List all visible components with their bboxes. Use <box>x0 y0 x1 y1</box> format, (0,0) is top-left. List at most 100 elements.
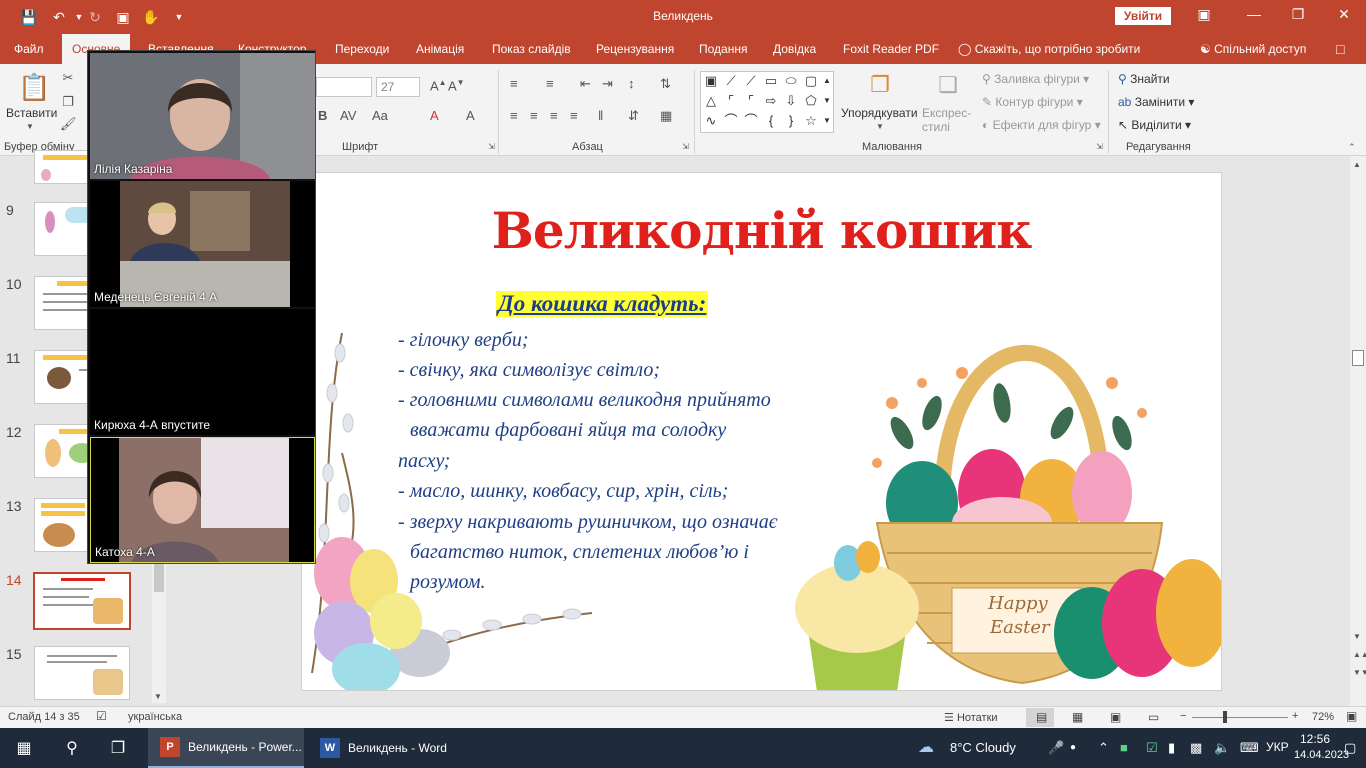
taskbar-app-word[interactable]: W Великдень - Word <box>308 728 464 768</box>
editor-scrollbar[interactable]: ▲ ▼ ▲▲ ▼▼ <box>1350 156 1366 706</box>
minimize-icon[interactable]: — <box>1240 6 1268 26</box>
redo-icon[interactable]: ↻ <box>84 8 106 26</box>
grow-font-icon[interactable]: A▲ <box>430 78 447 93</box>
smartart-icon[interactable]: ▦ <box>660 108 672 124</box>
shape-outline-button[interactable]: ✎ Контур фігури ▾ <box>982 95 1083 109</box>
zoom-level[interactable]: 72% <box>1312 711 1334 723</box>
cut-icon[interactable]: ✂ <box>60 70 76 86</box>
arrange-icon[interactable]: ❐ <box>866 72 894 100</box>
input-language[interactable]: УКР <box>1266 740 1289 754</box>
tab-review[interactable]: Рецензування <box>596 34 674 64</box>
bold-icon[interactable]: B <box>318 108 327 123</box>
search-icon[interactable]: ⚲ <box>62 738 82 758</box>
slide-text-line[interactable]: - масло, шинку, ковбасу, сир, хрін, сіль… <box>398 480 728 503</box>
arrow-right-shape-icon[interactable]: ⇨ <box>763 93 779 109</box>
collapse-ribbon-icon[interactable]: ⌃ <box>1348 142 1356 153</box>
gallery-more-icon[interactable]: ▼ <box>821 113 833 129</box>
decrease-indent-icon[interactable]: ⇤ <box>580 76 591 92</box>
arrow-down-shape-icon[interactable]: ⇩ <box>783 93 799 109</box>
save-icon[interactable]: 💾 <box>18 8 40 26</box>
brace-left-shape-icon[interactable]: { <box>763 113 779 129</box>
align-text-icon[interactable]: ⇵ <box>628 108 639 124</box>
slide-text-line[interactable]: багатство ниток, сплетених любов’ю і <box>410 541 749 564</box>
format-painter-icon[interactable]: 🖌 <box>60 116 77 132</box>
previous-slide-icon[interactable]: ▲▲ <box>1353 650 1366 659</box>
slide-text-line[interactable]: вважати фарбовані яйця та солодку <box>410 419 726 442</box>
next-slide-icon[interactable]: ▼▼ <box>1353 668 1366 677</box>
text-direction-icon[interactable]: ⇅ <box>660 76 671 92</box>
tab-transitions[interactable]: Переходи <box>335 34 389 64</box>
tray-chevron-icon[interactable]: ⌃ <box>1098 740 1109 756</box>
shape-effects-button[interactable]: ◐ Ефекти для фігур ▾ <box>982 118 1101 132</box>
increase-indent-icon[interactable]: ⇥ <box>602 76 613 92</box>
paste-button[interactable]: Вставити <box>6 106 57 120</box>
columns-icon[interactable]: ‖ <box>598 108 603 123</box>
scroll-down-icon[interactable]: ▼ <box>821 93 833 109</box>
participant-tile[interactable]: Меденець Євгеній 4 А <box>90 181 315 307</box>
oval-shape-icon[interactable]: ⬭ <box>783 73 799 89</box>
slide-thumbnail[interactable] <box>34 646 130 700</box>
participant-tile-active[interactable]: Катоха 4-А <box>90 437 315 563</box>
tray-shield-icon[interactable]: ☑ <box>1146 740 1158 756</box>
comments-icon[interactable]: □ <box>1336 34 1344 64</box>
scroll-down-arrow-icon[interactable]: ▼ <box>1353 632 1361 641</box>
zoom-slider-thumb[interactable] <box>1223 711 1228 723</box>
tab-foxit[interactable]: Foxit Reader PDF <box>843 34 939 64</box>
copy-icon[interactable]: ❐ <box>60 94 76 110</box>
rectangle-shape-icon[interactable]: ▭ <box>763 73 779 89</box>
quick-styles-button[interactable]: Експрес-стилі <box>922 106 972 134</box>
clock-time[interactable]: 12:56 <box>1300 732 1330 746</box>
font-color-icon[interactable]: A <box>430 108 439 123</box>
slide-text-line[interactable]: - головними символами великодня прийнято <box>398 389 771 412</box>
flowchart-shape-icon[interactable]: ⬠ <box>803 93 819 109</box>
microphone-icon[interactable]: 🎤 <box>1048 740 1064 756</box>
font-dialog-icon[interactable]: ⇲ <box>488 142 495 151</box>
undo-icon[interactable]: ↶ <box>48 8 70 26</box>
cloud-icon[interactable]: ☁ <box>918 737 934 757</box>
paste-icon[interactable]: 📋 <box>18 72 50 102</box>
shapes-gallery[interactable]: ▣ ⟋ ⟋ ▭ ⬭ ▢ △ ⌜ ⌜ ⇨ ⇩ ⬠ ∿ ⌒ ⌒ { } ☆ ▲ ▼ … <box>700 71 834 133</box>
reading-view-icon[interactable]: ▣ <box>1110 710 1121 724</box>
align-right-icon[interactable]: ≡ <box>550 108 558 123</box>
keyboard-icon[interactable]: ⌨ <box>1240 740 1259 756</box>
line-shape-icon[interactable]: ⟋ <box>723 73 739 89</box>
slide-subheading[interactable]: До кошика кладуть: <box>496 291 709 317</box>
paste-dropdown-icon[interactable]: ▼ <box>26 122 34 131</box>
tab-slideshow[interactable]: Показ слайдів <box>492 34 571 64</box>
rounded-rect-shape-icon[interactable]: ▢ <box>803 73 819 89</box>
notifications-icon[interactable]: ▢ <box>1344 740 1356 756</box>
restore-icon[interactable]: ❐ <box>1284 6 1312 26</box>
close-icon[interactable]: ✕ <box>1330 6 1358 26</box>
arrange-button[interactable]: Упорядкувати <box>841 106 918 120</box>
taskbar-app-powerpoint[interactable]: P Великдень - Power... <box>148 728 304 768</box>
font-size-combo[interactable]: 27 <box>376 77 420 97</box>
participant-tile[interactable]: Лілія Казаріна <box>90 53 315 179</box>
star-shape-icon[interactable]: ☆ <box>803 113 819 129</box>
align-left-icon[interactable]: ≡ <box>510 108 518 123</box>
slide-text-line[interactable]: - свічку, яка символізує світло; <box>398 359 660 382</box>
paragraph-dialog-icon[interactable]: ⇲ <box>682 142 689 151</box>
participant-tile[interactable]: Кирюха 4-А впустите <box>90 309 315 435</box>
connector-shape-icon[interactable]: ⌜ <box>743 93 759 109</box>
arc-shape-icon[interactable]: ⌒ <box>723 113 739 129</box>
zoom-slider-track[interactable] <box>1192 717 1288 718</box>
tray-app-icon[interactable]: ■ <box>1120 740 1128 755</box>
slide-title[interactable]: Великодній кошик <box>302 201 1221 260</box>
tab-view[interactable]: Подання <box>699 34 747 64</box>
slide-text-line[interactable]: пасху; <box>398 450 450 473</box>
volume-icon[interactable]: 🔈 <box>1214 740 1230 756</box>
slide-thumbnail-current[interactable] <box>33 572 131 630</box>
fit-slide-icon[interactable]: ▣ <box>1346 709 1357 723</box>
arrange-dropdown-icon[interactable]: ▼ <box>876 122 884 131</box>
numbering-icon[interactable]: ≡ <box>546 76 554 91</box>
tab-help[interactable]: Довідка <box>773 34 816 64</box>
tell-me-box[interactable]: ◯ Скажіть, що потрібно зробити <box>958 34 1140 64</box>
brace-right-shape-icon[interactable]: } <box>783 113 799 129</box>
clock-date[interactable]: 14.04.2023 <box>1294 749 1349 761</box>
line-spacing-icon[interactable]: ↕ <box>628 76 635 91</box>
battery-icon[interactable]: ▮ <box>1168 740 1175 756</box>
scroll-up-arrow-icon[interactable]: ▲ <box>1353 160 1361 169</box>
clear-formatting-icon[interactable]: A <box>466 108 475 123</box>
network-icon[interactable]: ▩ <box>1190 740 1202 756</box>
arc2-shape-icon[interactable]: ⌒ <box>743 113 759 129</box>
